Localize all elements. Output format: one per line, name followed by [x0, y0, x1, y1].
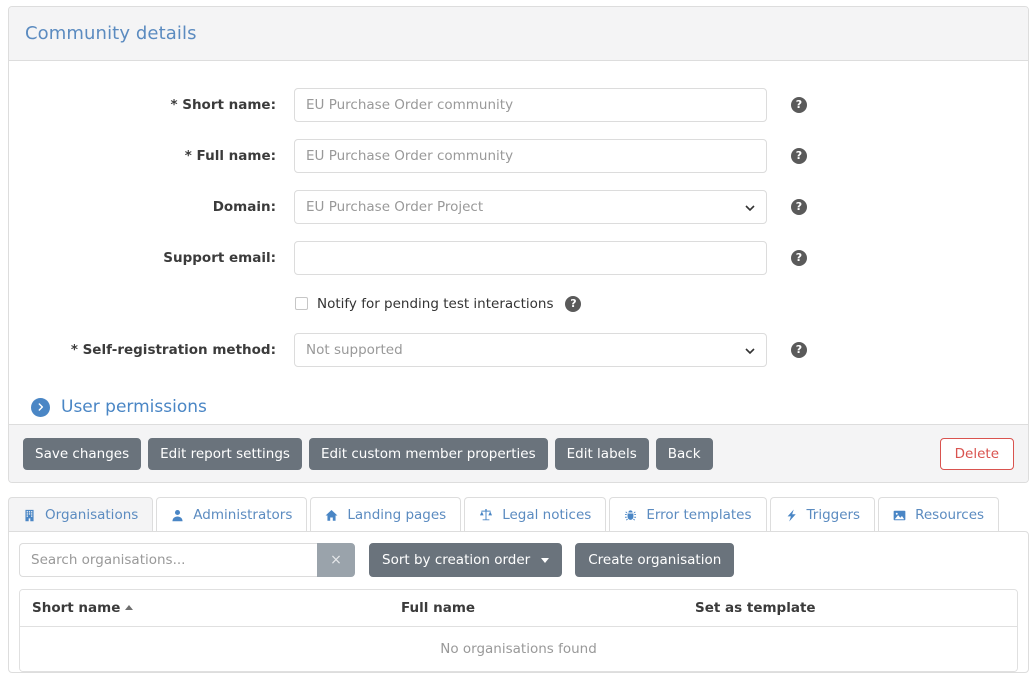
bolt-icon — [785, 508, 798, 522]
empty-message: No organisations found — [20, 626, 1017, 671]
self-registration-select[interactable] — [294, 332, 767, 367]
notify-checkbox-label: Notify for pending test interactions — [317, 295, 554, 312]
table-empty-row: No organisations found — [20, 626, 1017, 671]
table-body: No organisations found — [20, 626, 1017, 671]
tab-organisations[interactable]: Organisations — [8, 497, 154, 532]
organisations-panel: × Sort by creation order Create organisa… — [8, 531, 1029, 673]
clear-search-button[interactable]: × — [317, 543, 355, 577]
user-icon — [171, 509, 184, 522]
self-registration-field-wrap — [294, 332, 767, 367]
support-email-label: Support email: — [163, 249, 276, 266]
help-icon[interactable]: ? — [791, 96, 807, 113]
tab-resources[interactable]: Resources — [878, 497, 1000, 532]
save-changes-button[interactable]: Save changes — [23, 437, 142, 470]
column-header-short-name[interactable]: Short name — [20, 590, 389, 627]
tab-error-templates[interactable]: Error templates — [609, 497, 767, 532]
search-group: × — [19, 543, 355, 577]
tab-administrators[interactable]: Administrators — [156, 497, 308, 532]
page-title: Community details — [25, 23, 197, 44]
domain-label: Domain: — [212, 198, 276, 215]
short-name-label: * Short name: — [170, 96, 276, 113]
tab-label: Landing pages — [347, 507, 447, 523]
tab-label: Triggers — [806, 507, 861, 523]
full-name-input[interactable] — [294, 138, 767, 173]
column-label: Short name — [32, 600, 121, 616]
notify-checkbox[interactable] — [295, 297, 308, 310]
self-registration-label: * Self-registration method: — [70, 341, 276, 358]
help-icon[interactable]: ? — [791, 341, 807, 358]
tab-triggers[interactable]: Triggers — [769, 497, 876, 532]
edit-labels-button[interactable]: Edit labels — [554, 437, 649, 470]
form-row-support-email: Support email: ? — [9, 232, 1028, 283]
domain-field-wrap — [294, 189, 767, 224]
card-footer: Save changes Edit report settings Edit c… — [9, 424, 1028, 482]
full-name-field-wrap — [294, 138, 767, 173]
form-row-notify: Notify for pending test interactions ? — [9, 283, 1028, 324]
sort-asc-icon — [125, 605, 134, 610]
form-row-domain: Domain: ? — [9, 181, 1028, 232]
card-body: * Short name: ? * Full name: ? Domain: — [9, 61, 1028, 440]
organisations-table: Short name Full name Set as template No … — [20, 590, 1017, 671]
domain-select[interactable] — [294, 189, 767, 224]
tab-label: Organisations — [45, 507, 139, 523]
building-icon — [23, 509, 36, 522]
tab-label: Resources — [915, 507, 985, 523]
user-permissions-label: User permissions — [61, 397, 207, 417]
tab-legal-notices[interactable]: Legal notices — [464, 497, 607, 532]
image-icon — [893, 509, 906, 522]
sort-button[interactable]: Sort by creation order — [369, 543, 563, 577]
scales-icon — [479, 508, 493, 522]
tab-label: Legal notices — [502, 507, 592, 523]
tab-label: Error templates — [646, 507, 752, 523]
chevron-right-circle-icon — [31, 397, 50, 417]
organisations-table-wrap: Short name Full name Set as template No … — [19, 589, 1018, 672]
help-icon[interactable]: ? — [791, 198, 807, 215]
caret-down-icon — [541, 557, 550, 563]
edit-custom-member-properties-button[interactable]: Edit custom member properties — [308, 437, 548, 470]
column-header-full-name[interactable]: Full name — [389, 590, 683, 627]
support-email-input[interactable] — [294, 240, 767, 275]
form-row-full-name: * Full name: ? — [9, 130, 1028, 181]
bug-icon — [624, 509, 637, 522]
card-header: Community details — [9, 7, 1028, 61]
short-name-input[interactable] — [294, 87, 767, 122]
organisations-toolbar: × Sort by creation order Create organisa… — [9, 532, 1028, 577]
tab-strip-wrap: Organisations Administrators Landing pag… — [8, 496, 1029, 532]
tab-strip: Organisations Administrators Landing pag… — [8, 496, 1029, 532]
back-button[interactable]: Back — [655, 437, 713, 470]
form-row-short-name: * Short name: ? — [9, 79, 1028, 130]
table-head: Short name Full name Set as template — [20, 590, 1017, 627]
help-icon[interactable]: ? — [791, 147, 807, 164]
search-input[interactable] — [19, 543, 317, 577]
edit-report-settings-button[interactable]: Edit report settings — [148, 437, 302, 470]
support-email-field-wrap — [294, 240, 767, 275]
help-icon[interactable]: ? — [791, 249, 807, 266]
community-details-page: Community details * Short name: ? * Full… — [0, 0, 1036, 679]
help-icon[interactable]: ? — [565, 295, 582, 312]
user-permissions-toggle[interactable]: User permissions — [9, 375, 1028, 417]
delete-button[interactable]: Delete — [939, 437, 1014, 470]
create-organisation-button[interactable]: Create organisation — [575, 543, 735, 577]
table-header-row: Short name Full name Set as template — [20, 590, 1017, 627]
tab-label: Administrators — [193, 507, 293, 523]
full-name-label: * Full name: — [184, 147, 276, 164]
home-icon — [325, 509, 338, 522]
tab-landing-pages[interactable]: Landing pages — [310, 497, 462, 532]
short-name-field-wrap — [294, 87, 767, 122]
sort-button-label: Sort by creation order — [382, 552, 531, 568]
community-details-card: Community details * Short name: ? * Full… — [8, 6, 1029, 483]
column-header-set-as-template[interactable]: Set as template — [683, 590, 1017, 627]
form-row-self-registration: * Self-registration method: ? — [9, 324, 1028, 375]
